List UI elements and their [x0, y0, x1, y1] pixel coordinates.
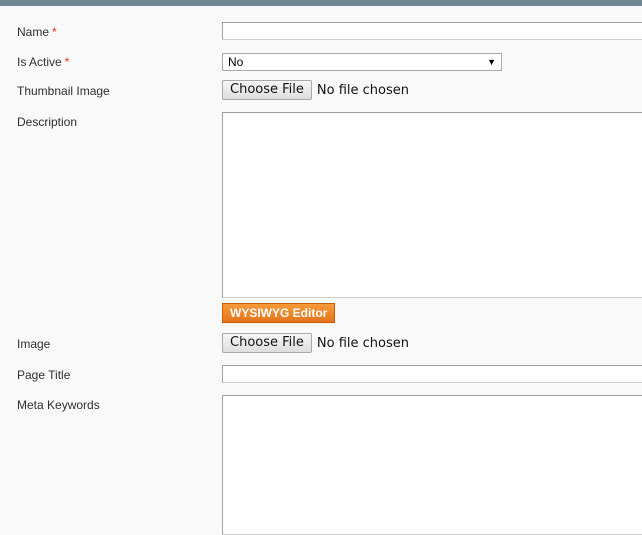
name-label-text: Name: [17, 25, 50, 39]
thumbnail-file-status: No file chosen: [316, 82, 409, 98]
is-active-select[interactable]: No ▼: [222, 53, 502, 71]
top-header-bar: [0, 0, 642, 6]
name-required-mark: *: [52, 25, 57, 39]
name-label: Name *: [17, 25, 57, 39]
thumbnail-file-field: Choose File No file chosen: [222, 80, 409, 102]
is-active-label-text: Is Active: [17, 55, 62, 69]
page-title-input[interactable]: [222, 365, 642, 383]
is-active-required-mark: *: [64, 55, 70, 69]
image-file-status: No file chosen: [316, 335, 409, 351]
description-textarea[interactable]: [222, 112, 642, 298]
image-file-field: Choose File No file chosen: [222, 333, 409, 355]
chevron-down-icon: ▼: [487, 57, 496, 67]
is-active-label: Is Active *: [17, 55, 69, 69]
name-input[interactable]: [222, 22, 642, 40]
description-label: Description: [17, 115, 78, 129]
meta-keywords-label: Meta Keywords: [17, 398, 100, 412]
image-choose-file-button[interactable]: Choose File: [222, 333, 312, 353]
wysiwyg-editor-button[interactable]: WYSIWYG Editor: [222, 303, 336, 323]
thumbnail-choose-file-button[interactable]: Choose File: [222, 80, 312, 100]
is-active-selected-value: No: [228, 55, 244, 69]
page-title-label: Page Title: [17, 368, 71, 382]
image-label: Image: [17, 337, 51, 351]
thumbnail-image-label: Thumbnail Image: [17, 84, 110, 98]
meta-keywords-textarea[interactable]: [222, 395, 642, 535]
